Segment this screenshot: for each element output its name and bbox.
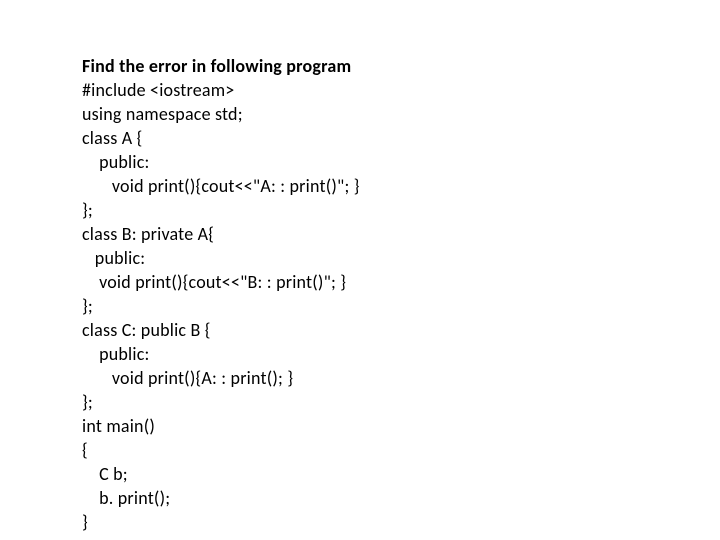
slide-page: Find the error in following program #inc… <box>0 0 720 540</box>
slide-heading: Find the error in following program <box>82 54 720 78</box>
code-block: #include <iostream> using namespace std;… <box>82 78 720 534</box>
